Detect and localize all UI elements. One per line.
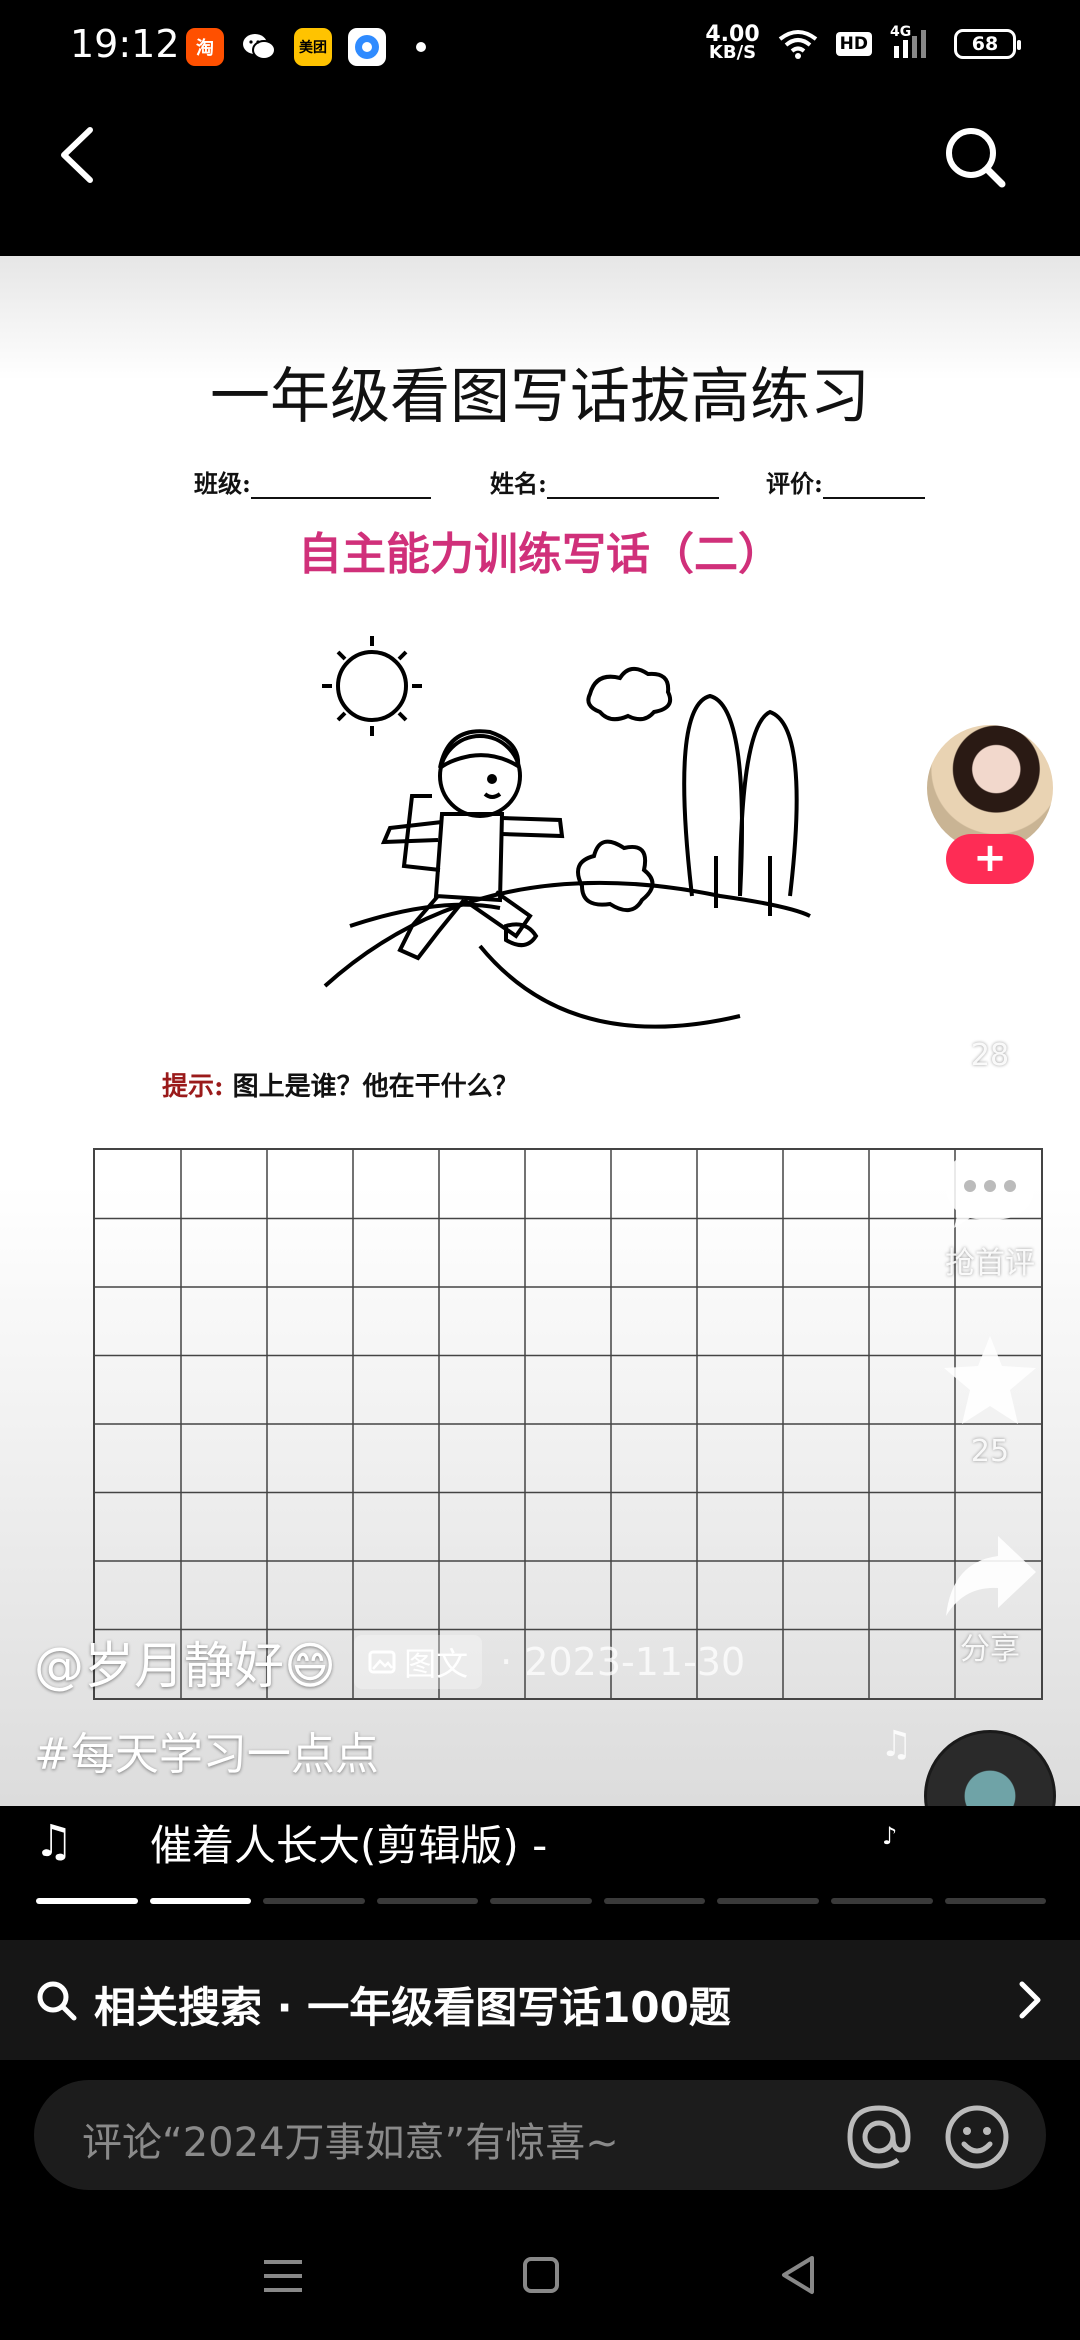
- related-search-text: 相关搜索 · 一年级看图写话100题: [94, 1983, 731, 2032]
- follow-button[interactable]: +: [946, 834, 1034, 884]
- progress-segment: [263, 1898, 365, 1904]
- writing-grid: [93, 1148, 1043, 1700]
- wifi-icon: [778, 30, 817, 59]
- image-progress: [36, 1898, 1047, 1904]
- post-image[interactable]: 一年级看图写话拔高练习 班级: 姓名: 评价: 自主能力训练写话（二） 提示: …: [0, 256, 1080, 1806]
- music-small-note-icon: ♪: [882, 1822, 898, 1850]
- comment-button[interactable]: 抢首评: [922, 1142, 1058, 1282]
- worksheet-hint: 提示: 图上是谁？他在干什么？: [162, 1066, 519, 1103]
- chevron-left-icon: [61, 127, 93, 183]
- progress-segment: [944, 1898, 1047, 1904]
- music-bar[interactable]: ♫ 催着人长大(剪辑版) - ♪: [0, 1806, 1080, 1878]
- system-navbar: [0, 2200, 1080, 2340]
- comment-bar[interactable]: 评论“2024万事如意”有惊喜~: [34, 2080, 1046, 2190]
- share-label: 分享: [960, 1632, 1020, 1667]
- hint-text: 图上是谁？他在干什么？: [232, 1072, 519, 1102]
- share-button[interactable]: 分享: [922, 1532, 1058, 1668]
- menu-icon[interactable]: [262, 2256, 304, 2296]
- progress-segment: [830, 1898, 933, 1904]
- battery-indicator: 68: [954, 29, 1021, 59]
- home-icon[interactable]: [522, 2256, 560, 2294]
- post-type-badge: 图文: [354, 1635, 483, 1689]
- chevron-right-icon: [1019, 1981, 1041, 2019]
- net-speed-unit: KB/S: [708, 42, 757, 63]
- music-title: 催着人长大(剪辑版) -: [150, 1821, 548, 1870]
- image-icon: [368, 1650, 396, 1674]
- net-speed: 4.00 KB/S: [705, 24, 759, 63]
- progress-segment: [717, 1898, 819, 1904]
- comment-icon: [946, 1150, 1034, 1228]
- wechat-icon: [240, 28, 278, 66]
- comment-label: 抢首评: [945, 1246, 1035, 1281]
- heart-icon: [943, 947, 1037, 1026]
- browser-icon: [348, 28, 386, 66]
- eval-field: 评价:: [766, 464, 925, 499]
- more-notifications-dot: [416, 42, 426, 52]
- post-date: · 2023-11-30: [500, 1640, 746, 1684]
- meituan-icon: 美团: [294, 28, 332, 66]
- class-field: 班级:: [194, 464, 431, 499]
- worksheet-title: 一年级看图写话拔高练习: [210, 362, 870, 432]
- comment-input[interactable]: 评论“2024万事如意”有惊喜~: [82, 2110, 619, 2168]
- related-search-bar[interactable]: 相关搜索 · 一年级看图写话100题: [0, 1940, 1080, 2060]
- author-name[interactable]: @岁月静好😄: [34, 1626, 336, 1698]
- progress-segment: [490, 1898, 592, 1904]
- share-arrow-icon: [946, 1536, 1036, 1616]
- back-triangle-icon[interactable]: [778, 2254, 818, 2296]
- search-button[interactable]: [940, 122, 1010, 192]
- progress-segment: [376, 1898, 479, 1904]
- progress-segment: [36, 1898, 138, 1904]
- name-field: 姓名:: [490, 464, 719, 499]
- status-time: 19:12: [70, 22, 180, 66]
- hint-label: 提示:: [162, 1072, 224, 1102]
- progress-segment: [603, 1898, 706, 1904]
- cell-signal-icon: 4G: [890, 24, 936, 60]
- class-label: 班级:: [194, 469, 251, 498]
- search-icon: [946, 128, 1006, 188]
- music-note-icon: ♫: [34, 1816, 74, 1867]
- hd-badge: HD: [835, 32, 872, 56]
- post-type-label: 图文: [404, 1645, 469, 1683]
- emoji-icon[interactable]: [942, 2102, 1012, 2172]
- search-icon: [37, 1981, 77, 2021]
- boy-walking-illustration: [322, 636, 811, 1029]
- eval-label: 评价:: [766, 469, 823, 498]
- notification-icons: 淘 美团: [186, 28, 426, 66]
- status-bar: 19:12 淘 美团 4.00 KB/S HD 4G 68: [0, 0, 1080, 96]
- back-button[interactable]: [44, 120, 114, 190]
- favorite-count: 25: [970, 1434, 1010, 1469]
- name-label: 姓名:: [490, 469, 547, 498]
- hashtag[interactable]: #每天学习一点点: [34, 1718, 379, 1782]
- post-info: @岁月静好😄 图文 · 2023-11-30: [34, 1626, 745, 1698]
- like-count: 28: [970, 1038, 1010, 1073]
- progress-segment: [149, 1898, 252, 1904]
- like-button[interactable]: 28: [922, 942, 1058, 1073]
- top-nav: [0, 96, 1080, 256]
- music-note-icon: ♫: [880, 1724, 913, 1765]
- worksheet-subtitle: 自主能力训练写话（二）: [298, 529, 782, 580]
- taobao-icon: 淘: [186, 28, 224, 66]
- at-mention-icon[interactable]: [844, 2102, 914, 2172]
- star-icon: [944, 1336, 1036, 1424]
- favorite-button[interactable]: 25: [922, 1332, 1058, 1469]
- status-indicators: 4.00 KB/S HD 4G 68: [705, 24, 1021, 63]
